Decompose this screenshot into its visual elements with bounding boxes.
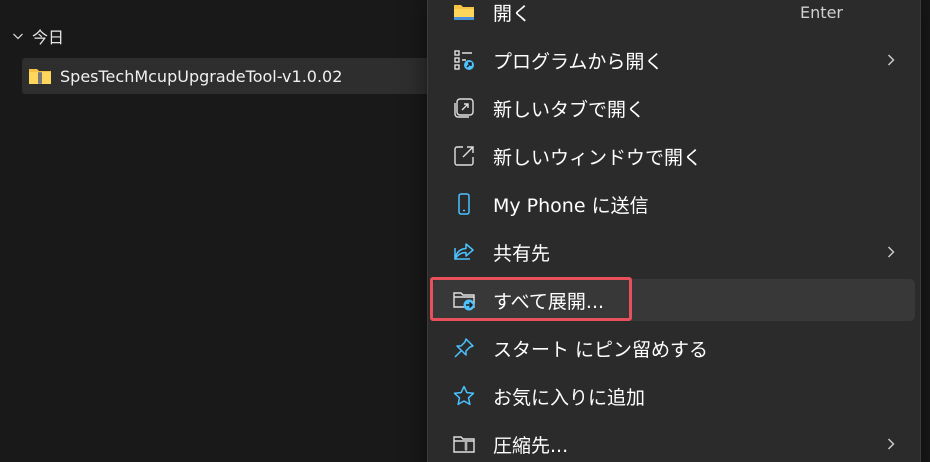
menu-item-label: お気に入りに追加: [493, 386, 646, 409]
menu-item-share[interactable]: 共有先: [433, 231, 915, 273]
menu-item-label: 圧縮先...: [493, 434, 569, 457]
menu-item-send-my-phone[interactable]: My Phone に送信: [433, 183, 915, 225]
chevron-right-icon: [885, 437, 897, 451]
menu-item-shortcut: Enter: [800, 2, 843, 22]
file-row-selected[interactable]: SpesTechMcupUpgradeTool-v1.0.02: [22, 58, 432, 94]
menu-item-open-new-window[interactable]: 新しいウィンドウで開く: [433, 135, 915, 177]
menu-item-label: スタート にピン留めする: [493, 338, 709, 361]
menu-item-label: 共有先: [493, 242, 551, 265]
menu-item-label: すべて展開...: [493, 290, 605, 313]
extract-all-icon: [451, 287, 477, 313]
context-menu: 開く Enter プログラムから開く 新しいタブで開く 新しいウィンドウで開く: [427, 0, 921, 462]
menu-item-pin-start[interactable]: スタート にピン留めする: [433, 327, 915, 369]
menu-item-label: 新しいウィンドウで開く: [493, 146, 703, 169]
file-explorer-window: 今日 SpesTechMcupUpgradeTool-v1.0.02 開く En…: [0, 0, 930, 462]
group-header-label: 今日: [32, 28, 65, 47]
open-with-icon: [451, 47, 477, 73]
menu-item-compress-to[interactable]: 圧縮先...: [433, 423, 915, 462]
menu-item-open-with[interactable]: プログラムから開く: [433, 39, 915, 81]
menu-item-extract-all[interactable]: すべて展開...: [433, 279, 915, 321]
menu-item-open-new-tab[interactable]: 新しいタブで開く: [433, 87, 915, 129]
chevron-right-icon: [885, 53, 897, 67]
chevron-down-icon: [12, 30, 24, 42]
share-icon: [451, 239, 477, 265]
folder-icon: [451, 0, 477, 25]
compress-icon: [451, 431, 477, 457]
star-icon: [451, 383, 477, 409]
menu-item-label: 新しいタブで開く: [493, 98, 646, 121]
new-tab-icon: [451, 95, 477, 121]
menu-item-label: プログラムから開く: [493, 50, 664, 73]
pin-icon: [451, 335, 477, 361]
group-header-today[interactable]: 今日: [12, 24, 64, 48]
phone-icon: [451, 191, 477, 217]
new-window-icon: [451, 143, 477, 169]
menu-item-open[interactable]: 開く Enter: [433, 0, 915, 33]
chevron-right-icon: [885, 245, 897, 259]
menu-item-label: 開く: [493, 2, 532, 25]
menu-item-label: My Phone に送信: [493, 194, 649, 217]
menu-item-add-favorites[interactable]: お気に入りに追加: [433, 375, 915, 417]
file-name: SpesTechMcupUpgradeTool-v1.0.02: [60, 66, 343, 86]
zip-folder-icon: [28, 66, 52, 86]
